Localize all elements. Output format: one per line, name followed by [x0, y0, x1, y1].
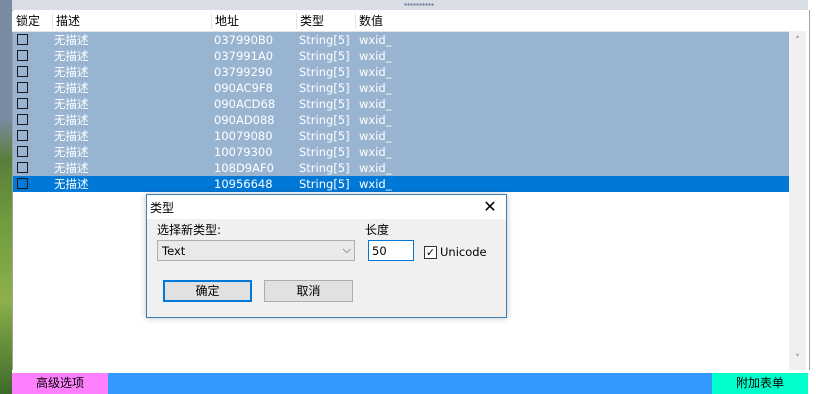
row-address: 090ACD68 — [214, 97, 276, 111]
table-row[interactable]: 无描述 090ACD68 String[5] wxid_ — [13, 96, 789, 112]
row-value: wxid_ — [359, 97, 392, 111]
row-type: String[5] — [299, 65, 350, 79]
column-header-description[interactable]: 描述 — [56, 11, 80, 31]
lock-checkbox[interactable] — [17, 146, 28, 157]
row-value: wxid_ — [359, 49, 392, 63]
row-type: String[5] — [299, 145, 350, 159]
row-value: wxid_ — [359, 65, 392, 79]
table-row[interactable]: 无描述 10079080 String[5] wxid_ — [13, 128, 789, 144]
select-type-label: 选择新类型: — [157, 223, 222, 237]
lock-checkbox[interactable] — [17, 50, 28, 61]
row-value: wxid_ — [359, 129, 392, 143]
row-value: wxid_ — [359, 33, 392, 47]
length-label: 长度 — [365, 223, 390, 237]
row-type: String[5] — [299, 129, 350, 143]
lock-checkbox[interactable] — [17, 130, 28, 141]
row-address: 10079080 — [214, 129, 273, 143]
column-header-lock[interactable]: 锁定 — [16, 11, 40, 31]
add-table-button[interactable]: 附加表单 — [712, 373, 808, 394]
chevron-down-icon[interactable]: ˅ — [789, 351, 806, 368]
column-divider[interactable] — [355, 13, 356, 29]
splitter-grip-icon[interactable] — [404, 3, 434, 6]
row-description: 无描述 — [54, 81, 89, 95]
chevron-down-icon[interactable]: ⌵ — [343, 243, 351, 257]
vertical-scrollbar[interactable]: ˄ ˅ — [789, 31, 806, 370]
lock-checkbox[interactable] — [17, 34, 28, 45]
type-select-value: Text — [162, 244, 186, 258]
row-description: 无描述 — [54, 33, 89, 47]
row-address: 090AD088 — [214, 113, 275, 127]
table-row[interactable]: 无描述 090AC9F8 String[5] wxid_ — [13, 80, 789, 96]
row-type: String[5] — [299, 161, 350, 175]
table-row[interactable]: 无描述 037990B0 String[5] wxid_ — [13, 32, 789, 48]
background-desktop-strip — [0, 0, 12, 394]
row-address: 10956648 — [214, 177, 273, 191]
row-type: String[5] — [299, 177, 350, 191]
length-input[interactable]: 50 — [368, 240, 414, 261]
row-type: String[5] — [299, 97, 350, 111]
row-value: wxid_ — [359, 161, 392, 175]
change-type-dialog: 类型 ✕ 选择新类型: 长度 Text ⌵ 50 ✓ Unicode 确定 取消 — [146, 194, 507, 318]
row-value: wxid_ — [359, 113, 392, 127]
column-divider[interactable] — [52, 13, 53, 29]
dialog-title: 类型 — [150, 201, 175, 215]
row-type: String[5] — [299, 81, 350, 95]
lock-checkbox[interactable] — [17, 66, 28, 77]
row-value: wxid_ — [359, 145, 392, 159]
row-address: 090AC9F8 — [214, 81, 273, 95]
type-select[interactable]: Text ⌵ — [157, 240, 355, 261]
column-header-address[interactable]: 地址 — [215, 11, 239, 31]
row-address: 10079300 — [214, 145, 273, 159]
table-row[interactable]: 无描述 037991A0 String[5] wxid_ — [13, 48, 789, 64]
row-description: 无描述 — [54, 145, 89, 159]
row-description: 无描述 — [54, 129, 89, 143]
row-address: 037991A0 — [214, 49, 274, 63]
column-header-value[interactable]: 数值 — [359, 11, 383, 31]
lock-checkbox[interactable] — [17, 114, 28, 125]
row-address: 03799290 — [214, 65, 273, 79]
column-divider[interactable] — [296, 13, 297, 29]
lock-checkbox[interactable] — [17, 82, 28, 93]
table-row-active[interactable]: 无描述 10956648 String[5] wxid_ — [13, 176, 789, 192]
column-header-type[interactable]: 类型 — [300, 11, 324, 31]
row-type: String[5] — [299, 49, 350, 63]
advanced-options-button[interactable]: 高级选项 — [12, 373, 108, 394]
row-value: wxid_ — [359, 81, 392, 95]
table-row[interactable]: 无描述 108D9AF0 String[5] wxid_ — [13, 160, 789, 176]
table-header: 锁定 描述 地址 类型 数值 — [12, 11, 789, 32]
table-row[interactable]: 无描述 03799290 String[5] wxid_ — [13, 64, 789, 80]
lock-checkbox[interactable] — [17, 178, 28, 189]
row-type: String[5] — [299, 113, 350, 127]
length-input-value: 50 — [372, 244, 387, 258]
unicode-label[interactable]: Unicode — [440, 245, 487, 259]
lock-checkbox[interactable] — [17, 98, 28, 109]
cancel-button[interactable]: 取消 — [264, 280, 353, 302]
row-description: 无描述 — [54, 113, 89, 127]
chevron-up-icon[interactable]: ˄ — [789, 33, 806, 50]
row-value: wxid_ — [359, 177, 392, 191]
lock-checkbox[interactable] — [17, 162, 28, 173]
row-address: 037990B0 — [214, 33, 274, 47]
row-description: 无描述 — [54, 97, 89, 111]
address-list: 无描述 037990B0 String[5] wxid_ 无描述 037991A… — [13, 32, 789, 192]
close-icon[interactable]: ✕ — [474, 195, 506, 219]
table-row[interactable]: 无描述 10079300 String[5] wxid_ — [13, 144, 789, 160]
bottom-bar: 高级选项 附加表单 — [12, 373, 808, 394]
row-address: 108D9AF0 — [214, 161, 274, 175]
column-divider[interactable] — [211, 13, 212, 29]
row-type: String[5] — [299, 33, 350, 47]
unicode-checkbox[interactable]: ✓ — [424, 246, 437, 259]
ok-button[interactable]: 确定 — [163, 280, 252, 302]
row-description: 无描述 — [54, 177, 89, 191]
dialog-titlebar[interactable]: 类型 ✕ — [147, 195, 506, 219]
table-row[interactable]: 无描述 090AD088 String[5] wxid_ — [13, 112, 789, 128]
row-description: 无描述 — [54, 49, 89, 63]
row-description: 无描述 — [54, 65, 89, 79]
row-description: 无描述 — [54, 161, 89, 175]
